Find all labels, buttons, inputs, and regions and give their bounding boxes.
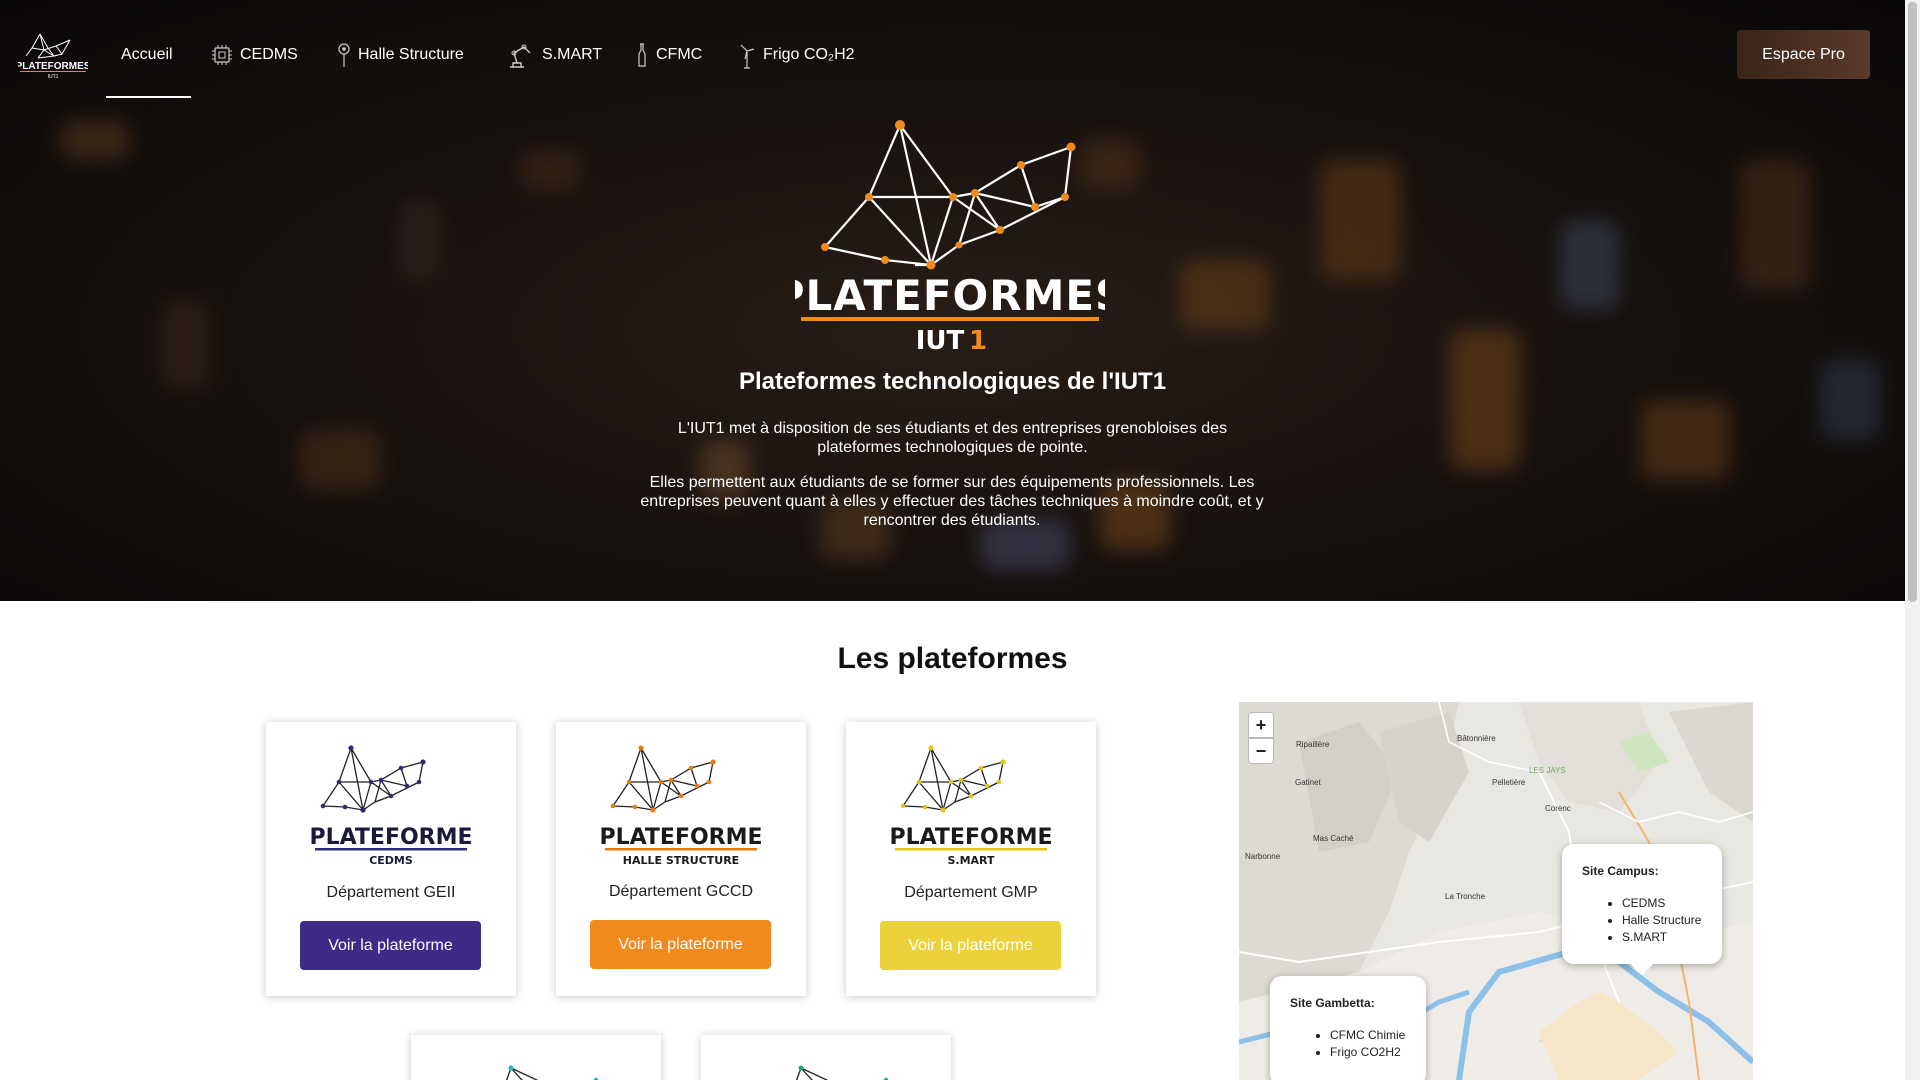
popup-campus-list: CEDMS Halle Structure S.MART xyxy=(1622,896,1722,944)
card-frigo xyxy=(701,1035,951,1080)
cedms-logo-word: PLATEFORME xyxy=(311,825,471,850)
card-dept: Département GMP xyxy=(904,884,1038,901)
cedms-logo: PLATEFORME CEDMS xyxy=(311,745,471,867)
card-dept: Département GEII xyxy=(326,884,456,901)
svg-text:PLATEFORMES: PLATEFORMES xyxy=(18,61,88,72)
nav-halle-label: Halle Structure xyxy=(358,46,464,63)
card-cfmc xyxy=(411,1035,661,1080)
nav-cedms-label: CEDMS xyxy=(240,46,298,63)
map-label: Mas Caché xyxy=(1313,834,1354,843)
nav-active-indicator xyxy=(106,96,191,98)
cedms-view-button[interactable]: Voir la plateforme xyxy=(300,921,481,970)
map-label: Narbonne xyxy=(1245,852,1281,861)
nav-cfmc[interactable]: CFMC xyxy=(634,40,702,70)
robot-arm-icon xyxy=(510,44,531,68)
card-dept: Département GCCD xyxy=(608,883,754,900)
hero-intro: L'IUT1 met à disposition de ses étudiant… xyxy=(677,420,1228,456)
espace-pro-button[interactable]: Espace Pro xyxy=(1737,30,1870,79)
map-label: Ripaillère xyxy=(1296,740,1330,749)
card-smart: PLATEFORME S.MART Département GMP Voir l… xyxy=(846,722,1096,996)
map-label: Corenc xyxy=(1545,804,1571,813)
smart-logo: PLATEFORME S.MART xyxy=(891,745,1051,867)
card-halle-structure: PLATEFORME HALLE STRUCTURE Département G… xyxy=(556,722,806,996)
smart-logo-word: PLATEFORME xyxy=(891,825,1051,850)
cfmc-logo xyxy=(505,1065,599,1080)
list-item: Halle Structure xyxy=(1622,913,1722,927)
map-label: Pelletière xyxy=(1492,778,1526,787)
smart-logo-sub: S.MART xyxy=(947,854,995,867)
halle-view-button[interactable]: Voir la plateforme xyxy=(590,920,771,969)
popup-gambetta-title: Site Gambetta: xyxy=(1290,996,1375,1010)
zoom-in-button[interactable]: + xyxy=(1248,712,1274,738)
hero-logo: PLATEFORMES IUT 1 xyxy=(795,120,1105,355)
hero-logo-sub-num: 1 xyxy=(969,326,987,355)
list-item: Frigo CO2H2 xyxy=(1330,1045,1426,1059)
hero-logo-sub: IUT xyxy=(916,326,965,355)
nav-accueil-label: Accueil xyxy=(121,46,173,63)
nav-logo[interactable]: PLATEFORMES IUT1 xyxy=(18,26,88,80)
popup-gambetta-list: CFMC Chimie Frigo CO2H2 xyxy=(1330,1028,1426,1059)
pipette-icon xyxy=(638,43,646,67)
hero-title: Plateformes technologiques de l'IUT1 xyxy=(738,368,1167,395)
zoom-out-button[interactable]: − xyxy=(1248,738,1274,764)
svg-text:IUT1: IUT1 xyxy=(48,74,59,80)
nav-frigo[interactable]: Frigo CO₂H2 xyxy=(737,40,855,70)
popup-gambetta[interactable]: Site Gambetta: CFMC Chimie Frigo CO2H2 xyxy=(1270,976,1426,1080)
map-label: LES JAYS xyxy=(1529,766,1566,775)
smart-view-button[interactable]: Voir la plateforme xyxy=(880,921,1061,970)
pin-icon xyxy=(338,43,350,67)
map-label: Gatinet xyxy=(1295,778,1321,787)
halle-logo-word: PLATEFORME xyxy=(601,825,761,850)
scrollbar-thumb[interactable] xyxy=(1908,2,1917,602)
list-item: CFMC Chimie xyxy=(1330,1028,1426,1042)
nav-frigo-label: Frigo CO₂H2 xyxy=(763,46,855,63)
nav-halle-structure[interactable]: Halle Structure xyxy=(336,40,464,70)
nav-cfmc-label: CFMC xyxy=(656,46,703,63)
popup-campus[interactable]: Site Campus: CEDMS Halle Structure S.MAR… xyxy=(1562,844,1722,976)
hero-description: Elles permettent aux étudiants de se for… xyxy=(640,474,1264,529)
list-item: S.MART xyxy=(1622,930,1722,944)
chip-icon xyxy=(212,45,232,65)
page: PLATEFORMES IUT1 Accueil CEDMS Halle Str… xyxy=(0,0,1920,1080)
wind-turbine-icon xyxy=(740,44,755,69)
frigo-logo xyxy=(795,1065,889,1080)
list-item: CEDMS xyxy=(1622,896,1722,910)
nav-cedms[interactable]: CEDMS xyxy=(210,40,298,70)
halle-logo-sub: HALLE STRUCTURE xyxy=(623,854,739,867)
page-scrollbar[interactable] xyxy=(1905,0,1920,1080)
card-cedms: PLATEFORME CEDMS Département GEII Voir l… xyxy=(266,722,516,996)
nav-accueil[interactable]: Accueil xyxy=(121,40,173,70)
map-label: Bâtonnière xyxy=(1457,734,1496,743)
popup-campus-title: Site Campus: xyxy=(1582,864,1659,878)
hero-logo-word: PLATEFORMES xyxy=(795,271,1105,320)
locations-map[interactable]: Ripaillère Bâtonnière Gatinet Pelletière… xyxy=(1239,702,1753,1080)
nav-smart[interactable]: S.MART xyxy=(506,40,602,70)
nav-smart-label: S.MART xyxy=(542,46,603,63)
top-nav: PLATEFORMES IUT1 Accueil CEDMS Halle Str… xyxy=(0,0,1905,100)
cedms-logo-sub: CEDMS xyxy=(369,854,413,867)
section-title: Les plateformes xyxy=(837,642,1068,675)
map-label: La Tronche xyxy=(1445,892,1486,901)
halle-structure-logo: PLATEFORME HALLE STRUCTURE xyxy=(601,745,761,867)
